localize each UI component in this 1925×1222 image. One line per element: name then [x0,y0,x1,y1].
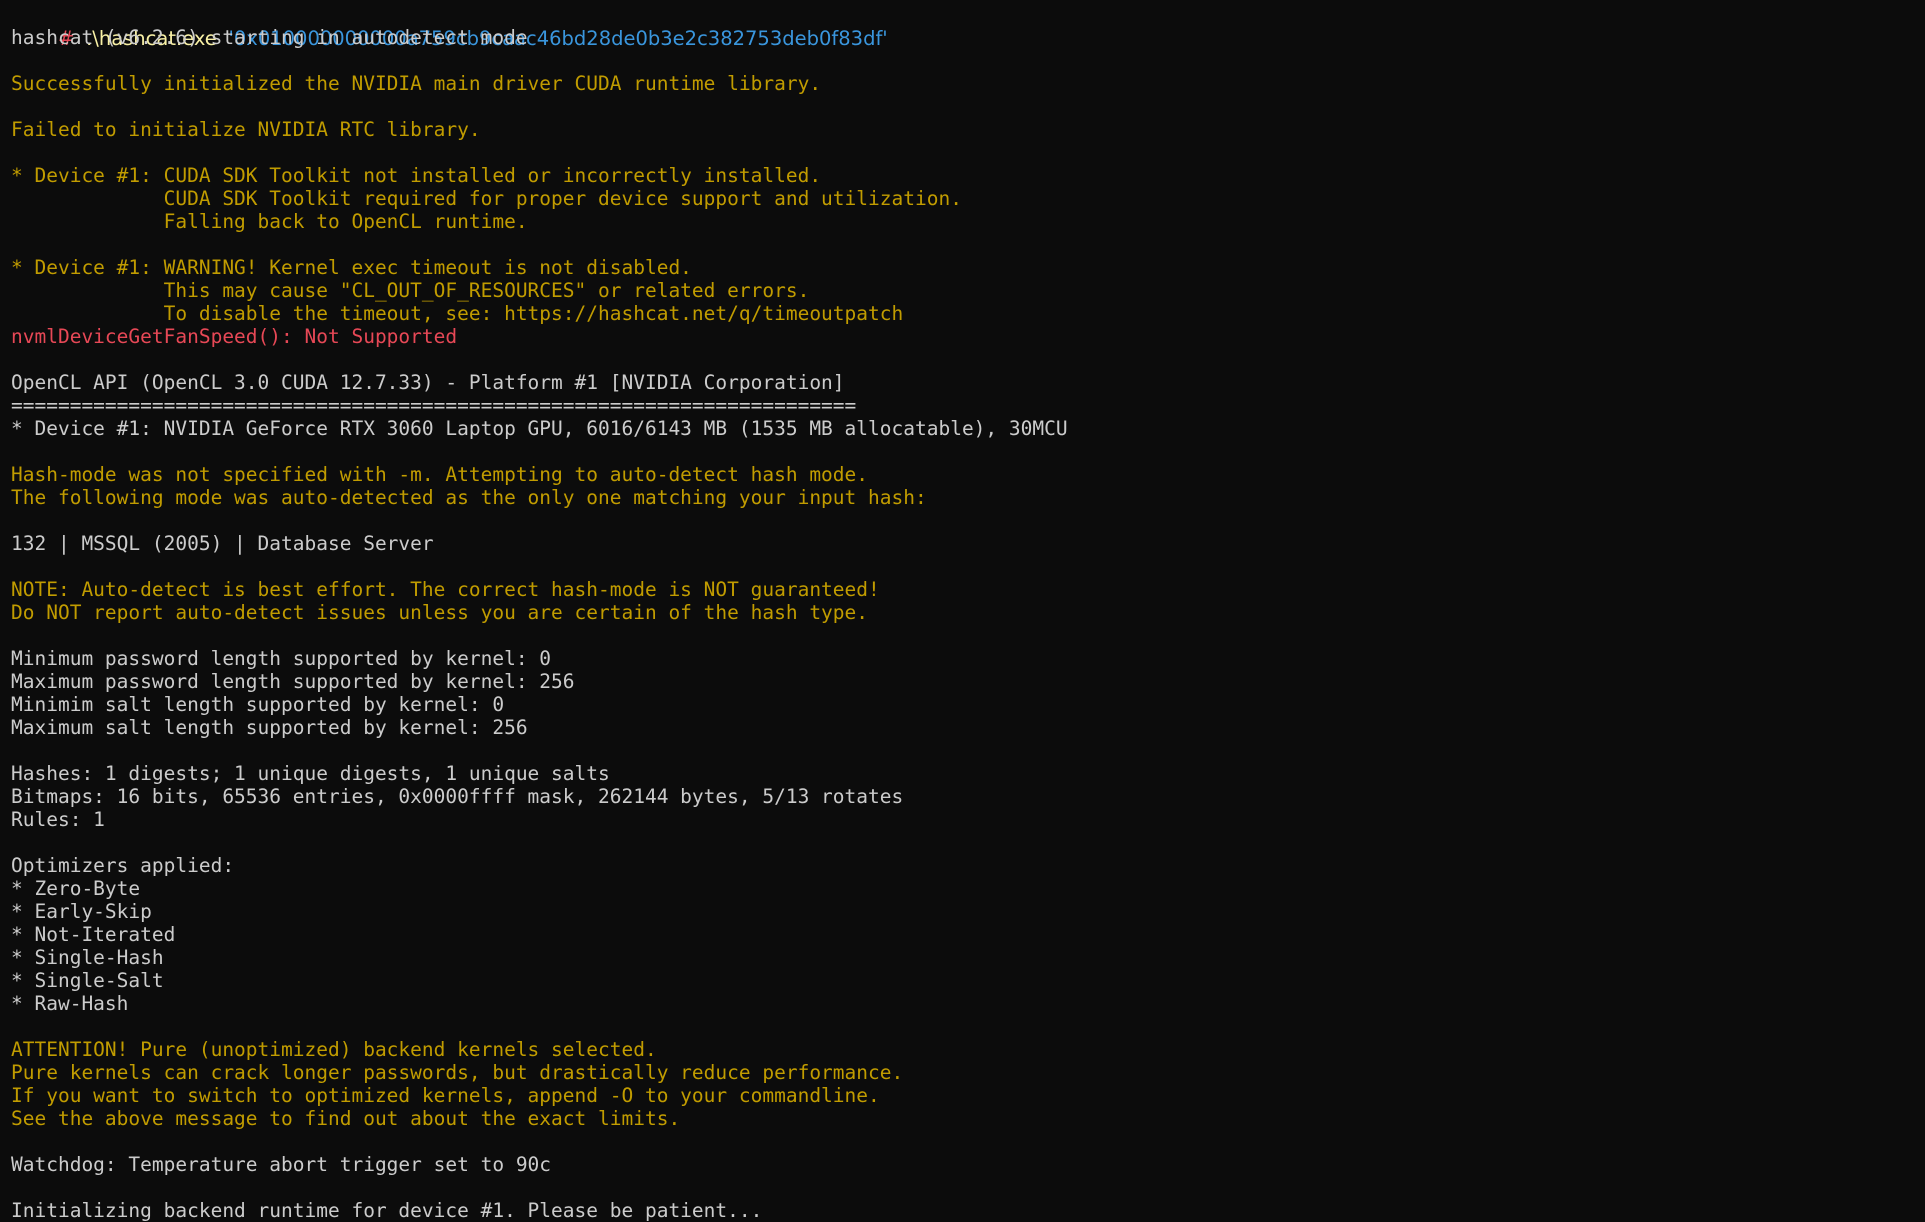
output-line: 132 | MSSQL (2005) | Database Server [11,532,1911,555]
output-text: * Early-Skip [11,900,152,923]
output-line: Maximum salt length supported by kernel:… [11,716,1911,739]
output-text: See the above message to find out about … [11,1107,681,1130]
output-text: To disable the timeout, see: https://has… [11,302,904,325]
output-line: CUDA SDK Toolkit required for proper dev… [11,187,1911,210]
output-text: Do NOT report auto-detect issues unless … [11,601,869,624]
output-line: * Single-Salt [11,969,1911,992]
output-line: Optimizers applied: [11,854,1911,877]
output-text: * Device #1: CUDA SDK Toolkit not instal… [11,164,822,187]
output-line: * Single-Hash [11,946,1911,969]
output-line: Hash-mode was not specified with -m. Att… [11,463,1911,486]
output-line: Pure kernels can crack longer passwords,… [11,1061,1911,1084]
output-text: Minimum password length supported by ker… [11,647,552,670]
output-text: * Not-Iterated [11,923,176,946]
output-text: ========================================… [11,394,857,417]
output-text: hashcat (v6.2.6) starting in autodetect … [11,26,528,49]
output-line: Falling back to OpenCL runtime. [11,210,1911,233]
output-line: Successfully initialized the NVIDIA main… [11,72,1911,95]
output-line: Bitmaps: 16 bits, 65536 entries, 0x0000f… [11,785,1911,808]
output-text: CUDA SDK Toolkit required for proper dev… [11,187,962,210]
output-line: * Device #1: WARNING! Kernel exec timeou… [11,256,1911,279]
output-text: * Zero-Byte [11,877,141,900]
output-text: * Raw-Hash [11,992,129,1015]
output-line: See the above message to find out about … [11,1107,1911,1130]
output-text: Optimizers applied: [11,854,235,877]
output-text: * Device #1: NVIDIA GeForce RTX 3060 Lap… [11,417,1068,440]
output-line: Rules: 1 [11,808,1911,831]
output-text: Rules: 1 [11,808,105,831]
output-text: Pure kernels can crack longer passwords,… [11,1061,904,1084]
output-line: Watchdog: Temperature abort trigger set … [11,1153,1911,1176]
output-line: hashcat (v6.2.6) starting in autodetect … [11,26,1911,49]
output-text: Hash-mode was not specified with -m. Att… [11,463,869,486]
output-text: Bitmaps: 16 bits, 65536 entries, 0x0000f… [11,785,904,808]
output-text: Failed to initialize NVIDIA RTC library. [11,118,481,141]
output-text: 132 | MSSQL (2005) | Database Server [11,532,434,555]
output-line: The following mode was auto-detected as … [11,486,1911,509]
output-text: If you want to switch to optimized kerne… [11,1084,880,1107]
output-text: OpenCL API (OpenCL 3.0 CUDA 12.7.33) - P… [11,371,845,394]
terminal-output: hashcat (v6.2.6) starting in autodetect … [11,26,1911,1222]
output-line: Minimum password length supported by ker… [11,647,1911,670]
output-line: If you want to switch to optimized kerne… [11,1084,1911,1107]
output-line: Minimim salt length supported by kernel:… [11,693,1911,716]
output-line: * Early-Skip [11,900,1911,923]
output-line: * Device #1: CUDA SDK Toolkit not instal… [11,164,1911,187]
output-text: Successfully initialized the NVIDIA main… [11,72,822,95]
output-line: Initializing backend runtime for device … [11,1199,1911,1222]
output-line: Hashes: 1 digests; 1 unique digests, 1 u… [11,762,1911,785]
output-line: ========================================… [11,394,1911,417]
output-line: Maximum password length supported by ker… [11,670,1911,693]
output-line: OpenCL API (OpenCL 3.0 CUDA 12.7.33) - P… [11,371,1911,394]
output-line: * Zero-Byte [11,877,1911,900]
output-line: Do NOT report auto-detect issues unless … [11,601,1911,624]
output-text: Watchdog: Temperature abort trigger set … [11,1153,552,1176]
output-line: ATTENTION! Pure (unoptimized) backend ke… [11,1038,1911,1061]
output-text: Hashes: 1 digests; 1 unique digests, 1 u… [11,762,610,785]
output-line: * Device #1: NVIDIA GeForce RTX 3060 Lap… [11,417,1911,440]
output-line: Failed to initialize NVIDIA RTC library. [11,118,1911,141]
output-line: * Not-Iterated [11,923,1911,946]
output-text: * Single-Salt [11,969,164,992]
output-text: NOTE: Auto-detect is best effort. The co… [11,578,880,601]
output-text: Maximum salt length supported by kernel:… [11,716,528,739]
output-line: To disable the timeout, see: https://has… [11,302,1911,325]
output-text: This may cause "CL_OUT_OF_RESOURCES" or … [11,279,810,302]
output-text: nvmlDeviceGetFanSpeed(): Not Supported [11,325,458,348]
output-text: Initializing backend runtime for device … [11,1199,763,1222]
output-text: * Single-Hash [11,946,164,969]
output-line: nvmlDeviceGetFanSpeed(): Not Supported [11,325,1911,348]
output-line: * Raw-Hash [11,992,1911,1015]
output-text: Maximum password length supported by ker… [11,670,575,693]
output-text: * Device #1: WARNING! Kernel exec timeou… [11,256,692,279]
output-text: The following mode was auto-detected as … [11,486,927,509]
output-text: ATTENTION! Pure (unoptimized) backend ke… [11,1038,657,1061]
output-text: Falling back to OpenCL runtime. [11,210,528,233]
output-line: NOTE: Auto-detect is best effort. The co… [11,578,1911,601]
command-prompt-line: # .\hashcat.exe '0x010000000000a759cb9ca… [11,0,1911,50]
output-text: Minimim salt length supported by kernel:… [11,693,505,716]
terminal-window[interactable]: # .\hashcat.exe '0x010000000000a759cb9ca… [11,0,1911,1222]
output-line: This may cause "CL_OUT_OF_RESOURCES" or … [11,279,1911,302]
